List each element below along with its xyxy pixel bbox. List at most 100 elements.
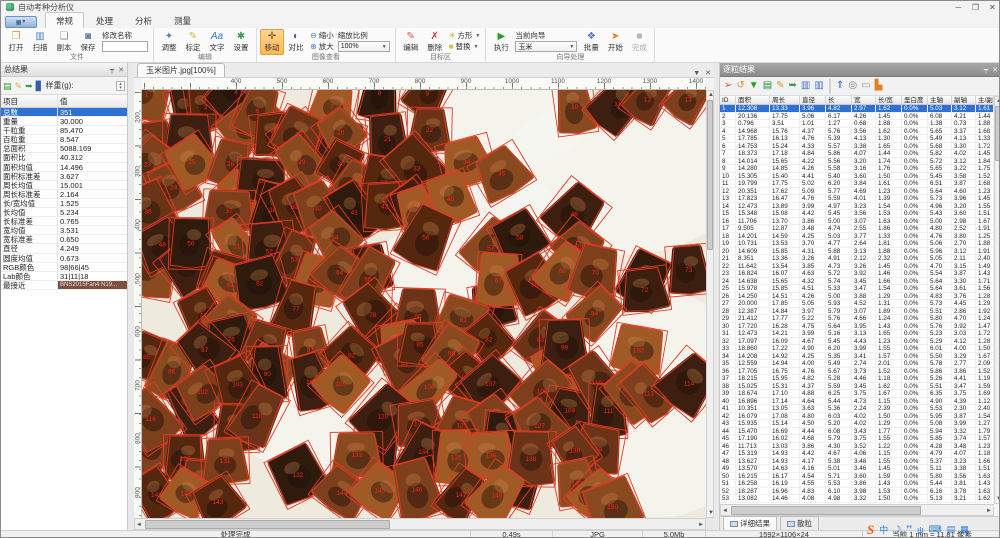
table-row[interactable]: 5313.08214.464.084.983.321.500.0%5.133.2… (720, 495, 994, 503)
table-row[interactable]: 1910.73113.533.704.772.641.810.0%5.062.7… (720, 240, 994, 248)
summary-row[interactable]: 长标准差0.765 (1, 217, 127, 226)
zoom-in-button[interactable]: ⊕放大 (310, 42, 334, 51)
minimize-icon[interactable]: ─ (950, 3, 967, 12)
table-row[interactable]: 2014.60915.854.315.883.131.880.0%5.963.1… (720, 248, 994, 256)
table-row[interactable]: 2316.82416.074.635.723.921.460.0%5.543.8… (720, 270, 994, 278)
print-preview-icon[interactable]: ▥ (814, 81, 823, 91)
results-vertical-scrollbar[interactable]: ▲ ▼ (994, 96, 1000, 504)
vertical-scrollbar[interactable]: ▲ ▼ (706, 90, 714, 518)
table-row[interactable]: 1015.30515.404.415.403.601.500.0%5.453.5… (720, 173, 994, 181)
tab-general[interactable]: 常规 (45, 12, 84, 28)
chinese-mode-icon[interactable]: 中 (879, 523, 888, 536)
summary-row[interactable]: 百粒重8.547 (1, 135, 127, 144)
summary-row[interactable]: 长/宽均值1.525 (1, 199, 127, 208)
tab-list-icon[interactable]: ▼ (693, 70, 700, 77)
table-row[interactable]: 4913.57014.634.165.013.461.450.0%5.113.3… (720, 465, 994, 473)
table-row[interactable]: 30.7963.511.011.270.681.880.0%1.380.731.… (720, 120, 994, 128)
summary-row[interactable]: 总数351 (1, 108, 127, 117)
table-row[interactable]: 112.30813.333.964.822.971.620.0%5.033.12… (720, 105, 994, 113)
close-icon[interactable]: ✕ (984, 3, 1000, 12)
summary-row[interactable]: 宽标准差0.650 (1, 235, 127, 244)
table-row[interactable]: 3414.20814.924.255.353.411.570.0%5.503.2… (720, 353, 994, 361)
tab-process[interactable]: 处理 (86, 13, 123, 28)
summary-row[interactable]: 最接近BNS2015Fan4 N19... (1, 281, 127, 290)
column-header[interactable]: 面积 (736, 96, 770, 104)
table-row[interactable]: 2720.00017.855.055.934.521.310.0%5.734.4… (720, 300, 994, 308)
table-row[interactable]: 3918.67417.104.886.253.751.670.0%6.353.7… (720, 390, 994, 398)
mic-icon[interactable]: ψ (917, 525, 923, 535)
table-row[interactable]: 4016.89617.144.645.444.731.150.0%4.904.3… (720, 398, 994, 406)
edit-icon[interactable]: ✎ (15, 81, 23, 91)
table-row[interactable]: 5016.21516.174.545.713.601.590.0%5.803.5… (720, 473, 994, 481)
table-row[interactable]: 914.28014.854.265.583.161.760.0%5.653.22… (720, 165, 994, 173)
table-row[interactable]: 4315.93515.144.505.204.021.290.0%5.083.9… (720, 420, 994, 428)
table-row[interactable]: 3318.86017.224.906.203.991.550.0%6.014.0… (720, 345, 994, 353)
rename-input[interactable] (102, 41, 148, 52)
table-row[interactable]: 2211.64213.543.854.733.261.450.0%4.703.1… (720, 263, 994, 271)
zoom-out-button[interactable]: ⊖缩小 (310, 31, 334, 40)
table-row[interactable]: 218.35113.363.264.912.122.320.0%5.052.11… (720, 255, 994, 263)
table-row[interactable]: 220.13617.755.066.174.261.450.0%6.084.21… (720, 113, 994, 121)
table-row[interactable]: 1317.82316.474.765.594.011.390.0%5.733.9… (720, 195, 994, 203)
table-row[interactable]: 3718.21515.954.825.284.461.180.0%5.264.4… (720, 375, 994, 383)
excel-icon[interactable]: ▤ (763, 81, 772, 91)
undo-icon[interactable]: ↺ (736, 81, 744, 91)
column-header[interactable]: 主/副 (976, 96, 994, 104)
print-icon[interactable]: ▥ (801, 81, 810, 91)
summary-row[interactable]: 圆度均值0.673 (1, 254, 127, 263)
column-value[interactable]: 值 (58, 95, 127, 107)
image-canvas[interactable]: 1234567891011121314151617181920212223242… (142, 90, 706, 518)
table-row[interactable]: 1611.70613.703.865.003.071.630.0%5.002.9… (720, 218, 994, 226)
sample-weight-spinner[interactable]: ▴▾ (116, 81, 125, 91)
column-header[interactable]: 主轴 (928, 96, 952, 104)
zoom-ratio-select[interactable]: 100%▼ (338, 41, 390, 52)
chart-icon[interactable]: ▙ (875, 81, 883, 91)
results-horizontal-scrollbar[interactable]: ◄ ► (720, 504, 994, 516)
summary-row[interactable]: RGB颜色98|66|45 (1, 263, 127, 272)
tab-measure[interactable]: 测量 (164, 13, 201, 28)
column-header[interactable]: 周长 (770, 96, 800, 104)
table-row[interactable]: 179.50512.873.484.742.551.860.0%4.802.52… (720, 225, 994, 233)
table-row[interactable]: 4813.62714.934.175.383.481.550.0%5.373.2… (720, 458, 994, 466)
pin-icon[interactable]: ┯ (984, 66, 988, 74)
table-row[interactable]: 4216.07917.084.806.034.021.500.0%5.953.8… (720, 413, 994, 421)
summary-row[interactable]: 总面积5088.169 (1, 144, 127, 153)
tab-close-icon[interactable]: ✕ (705, 69, 711, 77)
summary-row[interactable]: 周长标准差2.164 (1, 190, 127, 199)
column-header[interactable]: 直径 (800, 96, 826, 104)
summary-row[interactable]: 面积标准差3.627 (1, 172, 127, 181)
filter-icon[interactable]: ▼ (749, 81, 759, 91)
grid-icon[interactable]: ▦ (960, 524, 969, 535)
table-row[interactable]: 2515.97815.854.515.333.471.540.0%5.643.6… (720, 285, 994, 293)
export-icon[interactable]: ➥ (25, 81, 33, 91)
summary-row[interactable]: 面积均值14.496 (1, 163, 127, 172)
export-icon[interactable]: ➢ (724, 81, 732, 91)
summary-row[interactable]: 直径4.249 (1, 244, 127, 253)
table-row[interactable]: 814.01415.654.225.563.201.740.0%5.723.12… (720, 158, 994, 166)
summary-row[interactable]: 千粒重85.470 (1, 126, 127, 135)
document-tab[interactable]: 玉米图片.jpg[100%] (137, 63, 225, 77)
tab-scatter[interactable]: 散粒 (780, 516, 819, 530)
table-row[interactable]: 2812.38714.843.975.793.071.890.0%5.512.8… (720, 308, 994, 316)
table-row[interactable]: 3112.47314.213.995.163.131.650.0%5.233.0… (720, 330, 994, 338)
table-row[interactable]: 1515.34815.084.425.453.561.530.0%5.433.6… (720, 210, 994, 218)
table-row[interactable]: 1119.79917.755.026.203.841.610.0%6.513.8… (720, 180, 994, 188)
table-row[interactable]: 5218.28716.964.836.103.981.530.0%6.163.7… (720, 488, 994, 496)
table-row[interactable]: 614.75315.244.335.573.381.650.0%5.683.30… (720, 143, 994, 151)
table-row[interactable]: 2614.25014.514.265.003.881.290.0%4.833.7… (720, 293, 994, 301)
summary-row[interactable]: 宽均值3.531 (1, 226, 127, 235)
table-row[interactable]: 5116.25816.194.555.533.861.430.0%5.443.8… (720, 480, 994, 488)
square-button[interactable]: ✳方形▼ (449, 31, 481, 40)
table-row[interactable]: 3815.02515.314.375.593.451.620.0%5.513.4… (720, 383, 994, 391)
edit-icon[interactable]: ✎ (776, 81, 784, 91)
table-row[interactable]: 414.96815.764.375.763.561.620.0%5.653.37… (720, 128, 994, 136)
table-row[interactable]: 4715.31914.934.424.674.061.150.0%4.794.0… (720, 450, 994, 458)
table-row[interactable]: 2414.63815.654.325.743.451.660.0%5.643.3… (720, 278, 994, 286)
table-row[interactable]: 4611.71313.033.864.303.521.220.0%4.283.4… (720, 443, 994, 451)
table-row[interactable]: 4110.35113.053.635.362.242.390.0%5.532.3… (720, 405, 994, 413)
excel-export-icon[interactable]: ▤ (3, 81, 12, 91)
horizontal-scrollbar[interactable]: ◄ ► (134, 518, 706, 530)
table-row[interactable]: 1814.20114.594.255.033.771.330.0%4.763.8… (720, 233, 994, 241)
column-header[interactable]: 垩白度 (902, 96, 928, 104)
upload-icon[interactable]: ⇑ (836, 81, 844, 91)
